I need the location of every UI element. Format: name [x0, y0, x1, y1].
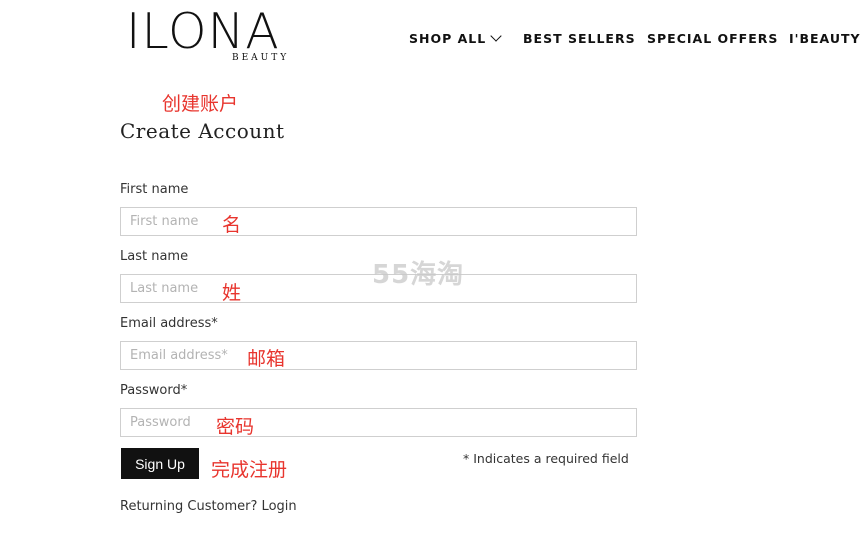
annotation-first-name: 名: [222, 214, 242, 236]
last-name-placeholder: Last name: [130, 281, 199, 296]
annotation-sign-up: 完成注册: [211, 459, 288, 481]
annotation-password: 密码: [216, 416, 255, 438]
brand-logo[interactable]: ILONA: [126, 4, 280, 60]
email-label: Email address*: [120, 316, 218, 331]
returning-customer-login-link[interactable]: Returning Customer? Login: [120, 499, 297, 514]
nav-shop-all-label: SHOP ALL: [409, 31, 487, 46]
email-placeholder: Email address*: [130, 348, 228, 363]
brand-logo-subtitle: BEAUTY: [232, 53, 290, 63]
nav-best-sellers[interactable]: BEST SELLERS: [523, 31, 636, 46]
required-field-note: * Indicates a required field: [463, 451, 629, 466]
password-placeholder: Password: [130, 415, 191, 430]
first-name-label: First name: [120, 182, 189, 197]
chevron-down-icon: [490, 30, 502, 42]
password-input[interactable]: Password: [120, 408, 637, 437]
email-input[interactable]: Email address*: [120, 341, 637, 370]
annotation-create-account: 创建账户: [162, 93, 239, 115]
password-label: Password*: [120, 383, 188, 398]
last-name-label: Last name: [120, 249, 189, 264]
nav-shop-all[interactable]: SHOP ALL: [409, 30, 502, 46]
page-title: Create Account: [120, 119, 285, 143]
annotation-last-name: 姓: [222, 282, 242, 304]
annotation-email: 邮箱: [247, 348, 286, 370]
watermark: 55海淘: [372, 260, 465, 290]
nav-ibeauty[interactable]: I'BEAUTY: [789, 31, 860, 46]
first-name-input[interactable]: First name: [120, 207, 637, 236]
sign-up-button[interactable]: Sign Up: [121, 448, 199, 479]
nav-special-offers[interactable]: SPECIAL OFFERS: [647, 31, 778, 46]
first-name-placeholder: First name: [130, 214, 199, 229]
